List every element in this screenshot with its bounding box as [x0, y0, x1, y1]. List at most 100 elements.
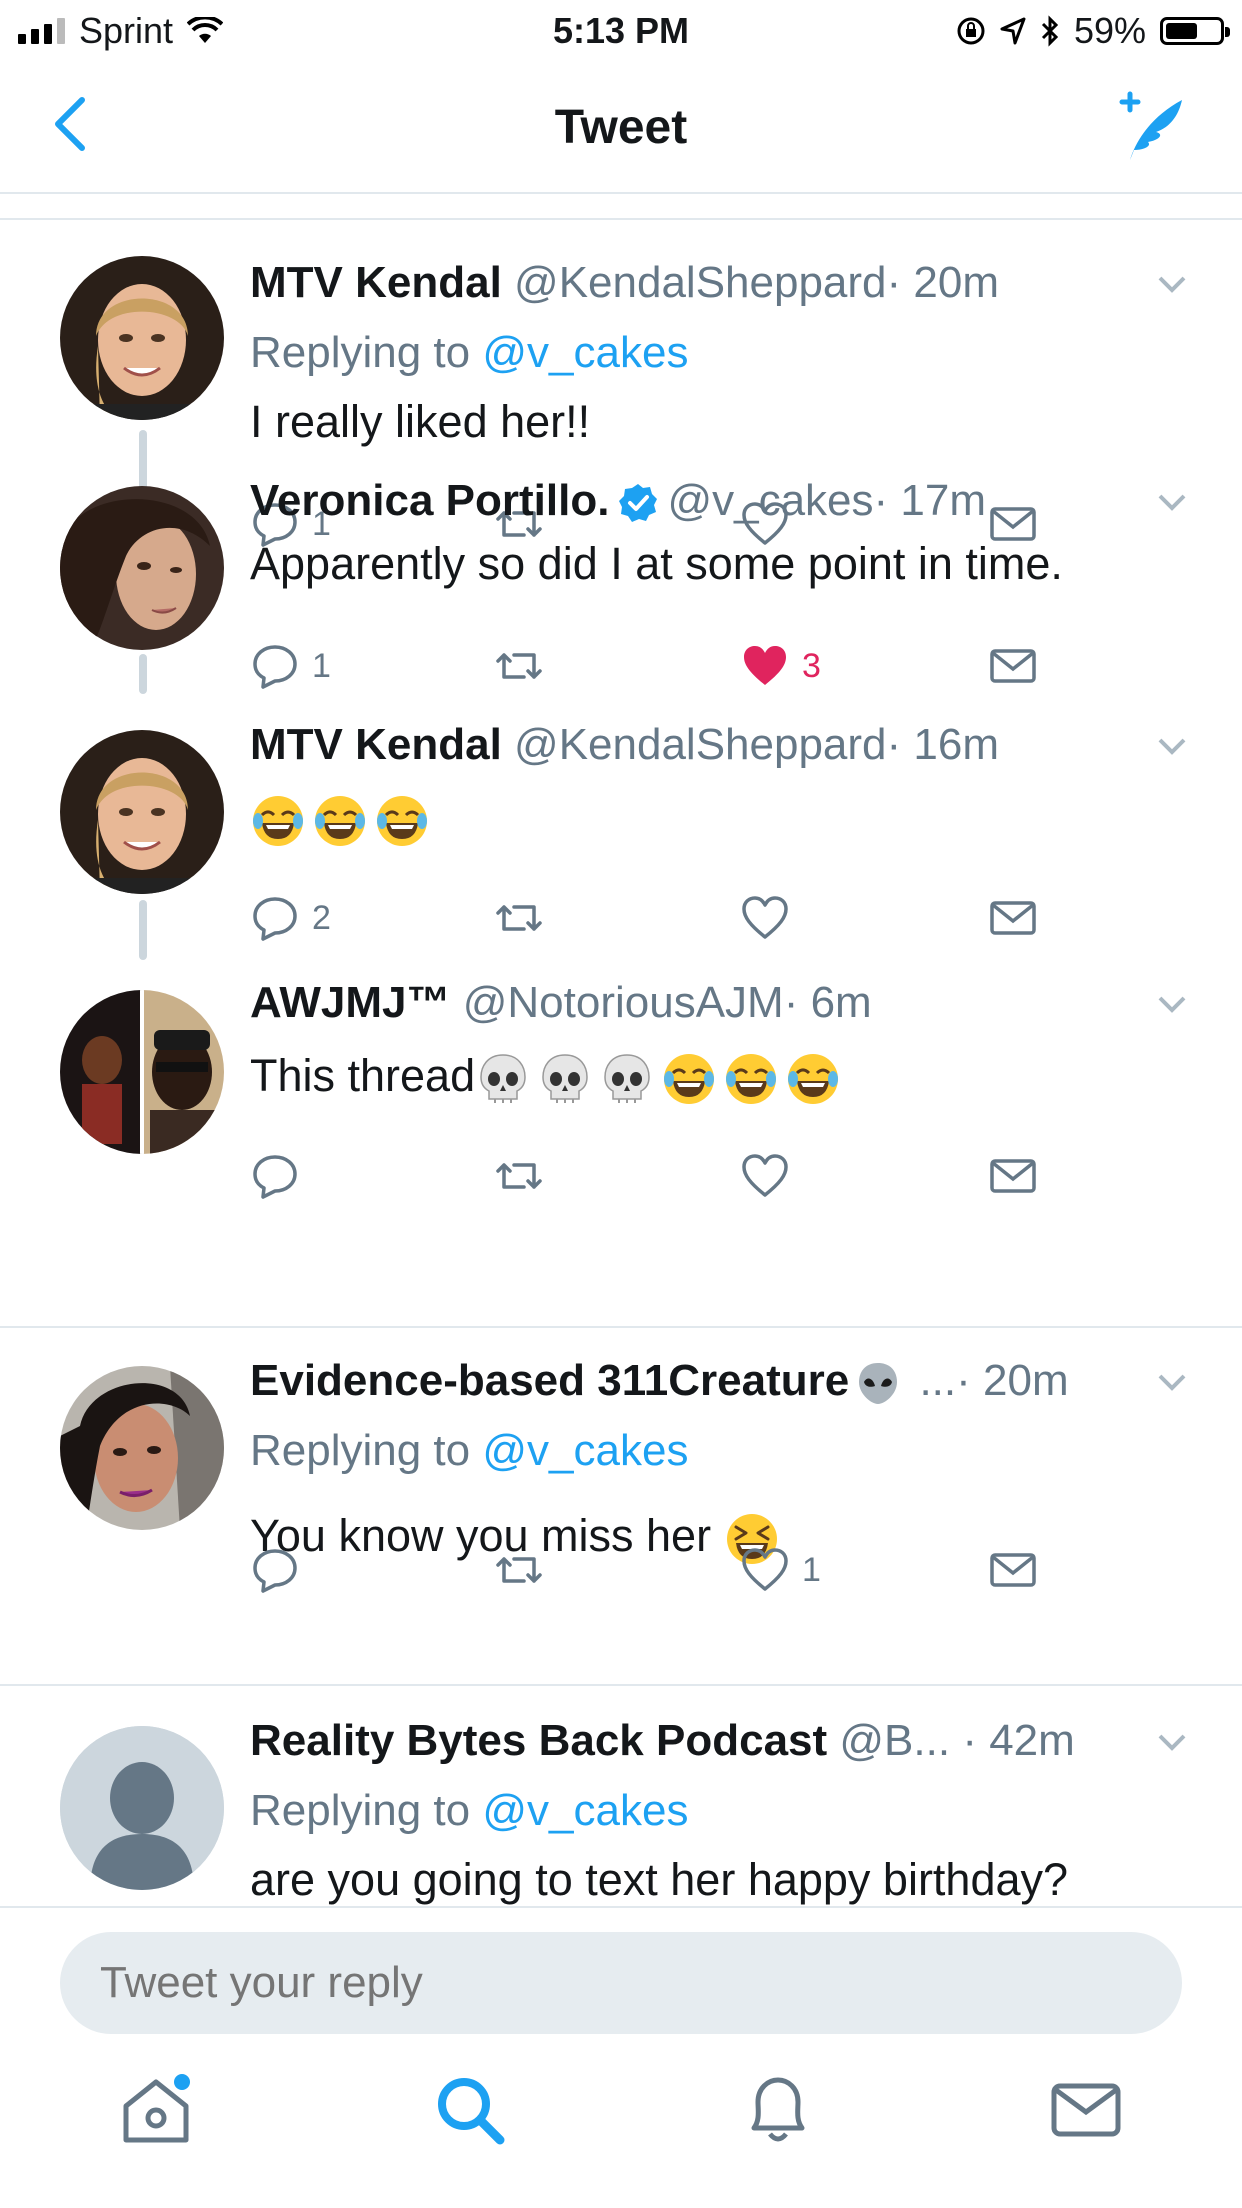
tweet-header: AWJMJ™ @NotoriousAJM· 6m: [250, 976, 1192, 1030]
timestamp: · 42m: [962, 1716, 1075, 1765]
bluetooth-icon: [1041, 15, 1059, 47]
username[interactable]: ...: [919, 1356, 956, 1405]
direct-message-button[interactable]: [988, 1146, 1038, 1206]
reply-icon: [253, 1155, 297, 1199]
like-button[interactable]: [740, 1146, 802, 1206]
reply-button[interactable]: [250, 1540, 312, 1600]
status-right: 59%: [956, 10, 1230, 52]
like-button[interactable]: [740, 888, 802, 948]
display-name[interactable]: AWJMJ™: [250, 978, 450, 1027]
battery-icon: [1160, 17, 1230, 45]
skull-emoji: [542, 1054, 588, 1104]
mention-link[interactable]: @v_cakes: [482, 328, 688, 377]
laugh-cry-emoji: [788, 1054, 839, 1105]
chevron-down-icon[interactable]: [1152, 730, 1192, 760]
direct-message-button[interactable]: [988, 636, 1038, 696]
display-name[interactable]: Veronica Portillo.: [250, 476, 609, 525]
like-button[interactable]: 1: [740, 1540, 821, 1600]
chevron-down-icon[interactable]: [1152, 988, 1192, 1018]
avatar[interactable]: [60, 1366, 224, 1530]
retweet-button[interactable]: [494, 636, 556, 696]
reply-button[interactable]: 1: [250, 636, 331, 696]
chevron-down-icon[interactable]: [1152, 1366, 1192, 1396]
notifications-icon[interactable]: [738, 2070, 818, 2150]
reply-icon: [253, 1549, 297, 1593]
laugh-cry-emoji: [664, 1054, 715, 1105]
direct-message-button[interactable]: [988, 888, 1038, 948]
tweet-header: Reality Bytes Back Podcast @B... · 42m: [250, 1714, 1192, 1768]
display-name[interactable]: Reality Bytes Back Podcast: [250, 1716, 827, 1765]
username[interactable]: @KendalSheppard: [514, 720, 887, 769]
direct-message-button[interactable]: [988, 1540, 1038, 1600]
username[interactable]: @KendalSheppard: [514, 258, 887, 307]
display-name[interactable]: Evidence-based 311Creature: [250, 1356, 849, 1405]
tweet-text: This thread: [250, 1048, 1192, 1107]
reply-count: 1: [312, 646, 331, 685]
tweet-header: Evidence-based 311Creature ...· 20m: [250, 1354, 1130, 1408]
timestamp: · 16m: [886, 720, 1000, 769]
chevron-down-icon[interactable]: [1152, 486, 1192, 516]
retweet-icon: [496, 1557, 542, 1583]
mention-link[interactable]: @v_cakes: [482, 1786, 688, 1835]
like-button[interactable]: 3: [740, 636, 821, 696]
reply-input[interactable]: [60, 1932, 1182, 2034]
reply-icon: [253, 897, 297, 941]
display-name[interactable]: MTV Kendal: [250, 258, 502, 307]
avatar[interactable]: [60, 486, 224, 650]
heart-filled-icon: [744, 646, 786, 685]
laugh-cry-emoji: [726, 1054, 777, 1105]
home-icon[interactable]: [116, 2070, 196, 2150]
thread-connector: [139, 654, 147, 694]
verified-badge-icon: [619, 484, 658, 523]
retweet-button[interactable]: [494, 1146, 556, 1206]
compose-tweet-icon[interactable]: [1112, 90, 1187, 165]
tweet-header: MTV Kendal @KendalSheppard· 16m: [250, 718, 1192, 772]
reply-count: 2: [312, 898, 331, 937]
tweet-text: are you going to text her happy birthday…: [250, 1854, 1069, 1905]
mention-link[interactable]: @v_cakes: [482, 1426, 688, 1475]
orientation-lock-icon: [957, 17, 985, 45]
retweet-button[interactable]: [494, 888, 556, 948]
search-icon[interactable]: [430, 2070, 510, 2150]
skull-emoji: [480, 1054, 526, 1104]
username[interactable]: @B...: [839, 1716, 950, 1765]
mail-icon: [990, 1159, 1036, 1193]
display-name[interactable]: MTV Kendal: [250, 720, 502, 769]
tab-bar: [0, 2040, 1242, 2208]
timestamp: · 6m: [783, 978, 872, 1027]
alien-emoji: [859, 1363, 898, 1405]
nav-bar: Tweet: [0, 62, 1242, 194]
retweet-icon: [496, 905, 542, 931]
avatar[interactable]: [60, 990, 224, 1154]
username[interactable]: @v_cakes: [667, 476, 873, 525]
retweet-button[interactable]: [494, 1540, 556, 1600]
reply-button[interactable]: [250, 1146, 312, 1206]
default-avatar-icon[interactable]: [60, 1726, 224, 1890]
timestamp: · 20m: [956, 1356, 1069, 1405]
reply-button[interactable]: 2: [250, 888, 331, 948]
laugh-cry-emoji: [315, 796, 365, 847]
tweet-actions: 2: [250, 888, 1050, 948]
skull-emoji: [604, 1054, 650, 1104]
tweet-text: Apparently so did I at some point in tim…: [250, 538, 1063, 589]
username[interactable]: @NotoriousAJM: [463, 978, 784, 1027]
divider: [0, 1684, 1242, 1686]
chevron-down-icon[interactable]: [1152, 1726, 1192, 1756]
battery-percent: 59%: [1073, 10, 1146, 51]
mail-icon: [990, 901, 1036, 935]
messages-icon[interactable]: [1046, 2070, 1126, 2150]
chevron-down-icon[interactable]: [1152, 268, 1192, 298]
tweet-actions: 1: [250, 1540, 1050, 1600]
like-count: 3: [802, 646, 821, 685]
tweet-header: MTV Kendal @KendalSheppard· 20m: [250, 256, 1192, 310]
tweet-text-content: This thread: [250, 1050, 476, 1101]
replying-to: Replying to @v_cakes: [250, 328, 689, 377]
reply-composer: [0, 1906, 1242, 2040]
reply-thread: MTV Kendal @KendalSheppard· 20m Replying…: [0, 218, 1242, 1908]
laugh-cry-emoji: [377, 796, 427, 847]
timestamp: · 20m: [886, 258, 1000, 307]
tweet-header: Veronica Portillo. @v_cakes· 17m: [250, 474, 1192, 528]
avatar[interactable]: [60, 730, 224, 894]
heart-icon: [742, 1154, 788, 1197]
avatar[interactable]: [60, 256, 224, 420]
